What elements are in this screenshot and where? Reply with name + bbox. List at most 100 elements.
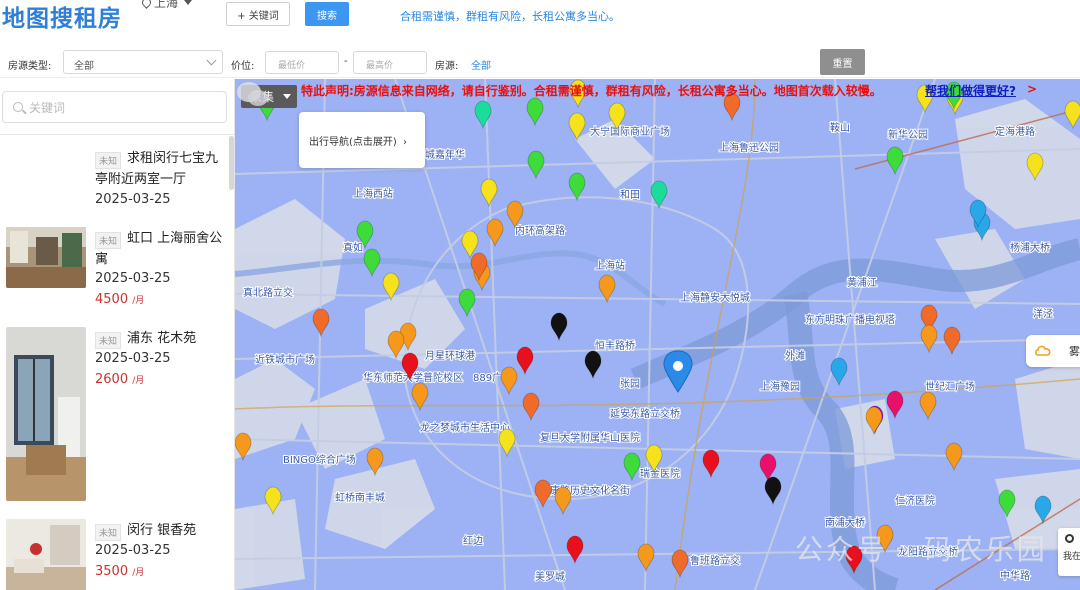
listing-date: 2025-03-25	[95, 192, 171, 207]
listing-price: 2600 /月	[95, 372, 144, 387]
listing-price-value: 4500	[95, 292, 129, 307]
listing-price-unit: /月	[132, 568, 145, 578]
map-canvas[interactable]: 大宁国际商业广场 上海鲁迅公园 新华公园 定海港路 鞍山 虎城嘉年华 和田 上海西站 真如 上海站…	[235, 79, 1080, 590]
city-name: 上海	[154, 0, 179, 10]
map-place-label: 上海西站	[353, 187, 393, 200]
map-place-label: 虹桥南丰城	[335, 491, 385, 504]
map-place-label: 仁济医院	[895, 494, 935, 507]
center-marker-dot	[673, 361, 683, 371]
map-place-label: 定海港路	[995, 125, 1035, 138]
map-place-label: 上海站	[595, 259, 625, 272]
map-declaration: 特此声明:房源信息来自网络，请自行鉴别。合租需谨慎，群租有风险，长租公寓多当心。…	[301, 84, 882, 98]
price-label: 价位:	[231, 61, 255, 72]
max-price-input[interactable]: 最高价	[353, 51, 427, 74]
wechat-icon	[237, 82, 268, 106]
map-place-label: 中华路	[1000, 569, 1030, 582]
listing-date: 2025-03-25	[95, 271, 171, 286]
map-place-label: 真北路立交	[243, 286, 293, 299]
listing-photo	[6, 227, 86, 288]
map-place-label: 外滩	[785, 349, 805, 362]
listing-price-value: 2600	[95, 372, 129, 387]
map-place-label: 新华公园	[888, 128, 928, 141]
map-place-label: 真如	[343, 241, 363, 254]
list-item[interactable]: 未知 求租闵行七宝九亭附近两室一厅 2025-03-25	[0, 147, 228, 217]
map-place-label: 近铁城市广场	[255, 353, 315, 366]
map-place-label: 美罗城	[535, 570, 565, 583]
map-place-label: 洋泾	[1033, 307, 1053, 320]
map-place-label: 上海鲁迅公园	[719, 141, 779, 154]
map-place-label: 张园	[620, 378, 640, 390]
listing-title: 求租闵行七宝九亭附近两室一厅	[95, 151, 219, 187]
map-place-label: 世纪汇广场	[925, 380, 975, 393]
map-place-label: 上海豫园	[760, 380, 800, 393]
caret-down-icon	[283, 94, 291, 99]
listing-price-value: 3500	[95, 564, 129, 579]
site-logo[interactable]: 地图搜租房	[2, 0, 122, 33]
listing-price: 4500 /月	[95, 292, 144, 307]
chevron-right-icon: ›	[403, 137, 407, 148]
sidebar-divider	[0, 134, 234, 135]
price-dash: -	[344, 56, 348, 67]
listing-price: 3500 /月	[95, 564, 144, 579]
listing-title: 虹口 上海丽舍公寓	[95, 231, 223, 267]
map-place-label: 大宁国际商业广场	[590, 125, 670, 138]
sidebar-scrollbar[interactable]	[229, 136, 234, 190]
travel-nav-panel[interactable]: 出行导航(点击展开) ›	[299, 112, 425, 168]
type-label: 房源类型:	[8, 61, 52, 72]
listing-date: 2025-03-25	[95, 543, 171, 558]
map-place-label: 鞍山	[830, 121, 850, 134]
listing-title: 浦东 花木苑	[127, 331, 197, 346]
listing-photo	[6, 327, 86, 501]
map-place-label: 武康路历史文化名街	[540, 484, 630, 497]
map-place-label: BINGO综合广场	[283, 453, 356, 466]
my-location-label: 我在	[1063, 552, 1080, 562]
map-place-label: 内环高架路	[515, 224, 565, 237]
map-place-label: 龙之梦城市生活中心	[420, 421, 510, 434]
travel-nav-label: 出行导航(点击展开)	[309, 137, 397, 148]
type-select-value: 全部	[74, 61, 94, 72]
add-keyword-button[interactable]: + 关键词	[226, 2, 290, 26]
watermark: 公众号 · 码农乐园	[795, 533, 1048, 566]
city-selector[interactable]: 上海	[140, 0, 193, 11]
source-value-link[interactable]: 全部	[471, 57, 491, 72]
search-button[interactable]: 搜索	[305, 2, 349, 26]
filter-bar: 房源类型: 全部 价位: 最低价 - 最高价 房源: 全部 重置	[0, 48, 1080, 78]
map-place-label: 杨浦大桥	[1010, 241, 1050, 254]
type-select[interactable]: 全部	[63, 50, 223, 74]
map-place-label: 东方明珠广播电视塔	[805, 313, 895, 326]
map-place-label: 复旦大学附属华山医院	[540, 431, 640, 444]
listing-sidebar: 关键词 未知 求租闵行七宝九亭附近两室一厅 2025-03-25 未知 虹口 上…	[0, 79, 235, 590]
list-item[interactable]: 未知 闵行 银香苑 2025-03-25 3500 /月	[0, 519, 228, 590]
chevron-down-icon	[206, 55, 217, 66]
sidebar-search-input[interactable]: 关键词	[2, 91, 227, 123]
map-place-label: 恒丰路桥	[595, 339, 635, 352]
list-item[interactable]: 未知 虹口 上海丽舍公寓 2025-03-25 4500 /月	[0, 227, 228, 317]
feedback-arrow[interactable]: >	[1027, 82, 1037, 96]
sidebar-search-placeholder: 关键词	[29, 101, 66, 115]
map-place-label: 鲁班路立交	[690, 554, 740, 567]
location-pin-icon	[140, 0, 153, 9]
weather-text: 雾	[1069, 345, 1080, 358]
source-label: 房源:	[435, 61, 459, 72]
my-location-button[interactable]: 我在	[1058, 528, 1080, 576]
search-icon	[13, 102, 23, 112]
caret-down-icon	[184, 0, 193, 5]
map-place-label: 月星环球港	[425, 349, 475, 362]
app-root: { "header": { "logo": "地图搜租房", "city": "…	[0, 0, 1080, 590]
map-place-label: 和田	[620, 189, 640, 201]
listing-date: 2025-03-25	[95, 351, 171, 366]
header-notice: 合租需谨慎，群租有风险，长租公寓多当心。	[400, 10, 620, 23]
min-price-input[interactable]: 最低价	[265, 51, 339, 74]
list-item[interactable]: 未知 浦东 花木苑 2025-03-25 2600 /月	[0, 327, 228, 507]
weather-widget[interactable]: 雾	[1026, 335, 1080, 367]
feedback-link[interactable]: 帮我们做得更好?	[925, 82, 1016, 99]
locate-icon	[1065, 534, 1074, 543]
listing-price-unit: /月	[132, 376, 145, 386]
map-place-label: 瑞金医院	[640, 467, 680, 480]
map-place-label: 黄浦江	[847, 276, 877, 289]
listing-title: 闵行 银香苑	[127, 523, 197, 538]
map-place-label: 红边	[463, 534, 483, 547]
listing-price-unit: /月	[132, 296, 145, 306]
map-place-label: 延安东路立交桥	[610, 407, 680, 420]
reset-button[interactable]: 重置	[820, 49, 865, 75]
